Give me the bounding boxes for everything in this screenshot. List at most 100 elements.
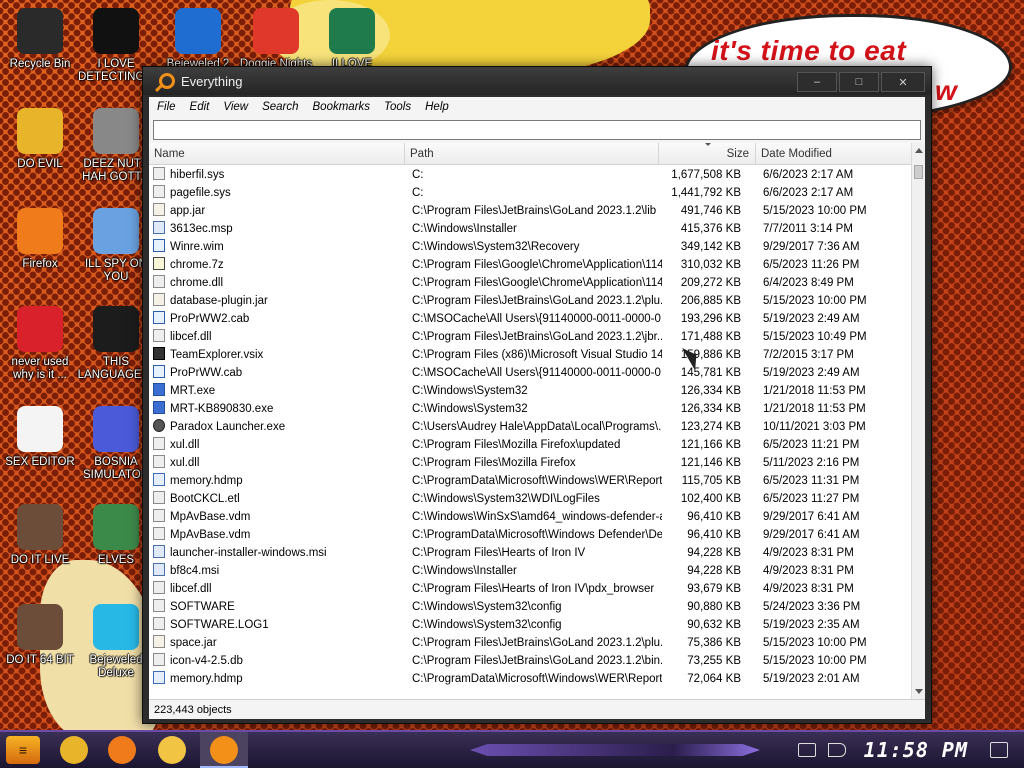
- table-row[interactable]: libcef.dll C:\Program Files\JetBrains\GoL…: [149, 328, 911, 346]
- column-header-size[interactable]: Size: [659, 143, 756, 165]
- start-button[interactable]: ≡: [6, 736, 40, 764]
- menu-file[interactable]: File: [157, 101, 176, 113]
- window-controls: – □ ✕: [797, 72, 925, 92]
- table-row[interactable]: 3613ec.msp C:\Windows\Installer 415,376 KB…: [149, 220, 911, 238]
- file-size-cell: 491,746 KB: [662, 202, 741, 220]
- table-row[interactable]: bf8c4.msi C:\Windows\Installer 94,228 KB 4/…: [149, 562, 911, 580]
- file-name-cell: SOFTWARE: [153, 598, 405, 616]
- table-row[interactable]: memory.hdmp C:\ProgramData\Microsoft\Wind…: [149, 670, 911, 688]
- table-row[interactable]: libcef.dll C:\Program Files\Hearts of Iro…: [149, 580, 911, 598]
- file-type-icon: [153, 491, 165, 504]
- file-name-cell: app.jar: [153, 202, 405, 220]
- table-row[interactable]: Paradox Launcher.exe C:\Users\Audrey Hale…: [149, 418, 911, 436]
- table-row[interactable]: launcher-installer-windows.msi C:\Program…: [149, 544, 911, 562]
- desktop-icon[interactable]: DO IT 64 BIT: [0, 604, 80, 667]
- clock[interactable]: 11:58 PM: [864, 738, 968, 762]
- desktop-icon[interactable]: never used why is it ...: [0, 306, 80, 382]
- file-date-cell: 6/6/2023 2:17 AM: [763, 184, 911, 202]
- diamond-icon: [93, 604, 139, 650]
- scroll-down-arrow-icon[interactable]: [915, 689, 923, 694]
- table-row[interactable]: database-plugin.jar C:\Program Files\JetB…: [149, 292, 911, 310]
- file-name-cell: MpAvBase.vdm: [153, 526, 405, 544]
- file-date-cell: 6/6/2023 2:17 AM: [763, 166, 911, 184]
- table-row[interactable]: SOFTWARE.LOG1 C:\Windows\System32\config 9…: [149, 616, 911, 634]
- search-input[interactable]: [153, 120, 921, 140]
- file-date-cell: 5/19/2023 2:35 AM: [763, 616, 911, 634]
- table-row[interactable]: TeamExplorer.vsix C:\Program Files (x86)\…: [149, 346, 911, 364]
- file-date-cell: 4/9/2023 8:31 PM: [763, 544, 911, 562]
- firefox-icon[interactable]: [108, 736, 136, 764]
- desktop-icon[interactable]: DO IT LIVE: [0, 504, 80, 567]
- file-date-cell-text: 1/21/2018 11:53 PM: [763, 385, 866, 397]
- table-row[interactable]: chrome.dll C:\Program Files\Google\Chrome…: [149, 274, 911, 292]
- chrome-icon[interactable]: [60, 736, 88, 764]
- file-explorer-icon[interactable]: [158, 736, 186, 764]
- menu-search[interactable]: Search: [262, 101, 298, 113]
- column-header-path[interactable]: Path: [405, 143, 659, 165]
- menu-bookmarks[interactable]: Bookmarks: [313, 101, 371, 113]
- everything-window: Everything – □ ✕ File Edit View Search B…: [142, 66, 932, 724]
- desktop-icon[interactable]: II LOVE: [312, 8, 392, 71]
- menu-help[interactable]: Help: [425, 101, 449, 113]
- table-row[interactable]: MRT.exe C:\Windows\System32 126,334 KB 1/21…: [149, 382, 911, 400]
- minimize-button[interactable]: –: [797, 72, 837, 92]
- table-row[interactable]: chrome.7z C:\Program Files\Google\Chrome\…: [149, 256, 911, 274]
- file-date-cell-text: 5/19/2023 2:35 AM: [763, 619, 860, 631]
- table-row[interactable]: MpAvBase.vdm C:\Windows\WinSxS\amd64_wind…: [149, 508, 911, 526]
- file-size-cell-text: 75,386 KB: [687, 637, 741, 649]
- file-name-cell: libcef.dll: [153, 580, 405, 598]
- menu-edit[interactable]: Edit: [190, 101, 210, 113]
- desktop-icon[interactable]: Doggie Nights: [236, 8, 316, 71]
- menu-tools[interactable]: Tools: [384, 101, 411, 113]
- file-path-cell-text: C:\Program Files\Mozilla Firefox: [412, 457, 576, 469]
- column-header-date-modified[interactable]: Date Modified: [756, 143, 911, 165]
- vertical-scrollbar[interactable]: [911, 143, 925, 699]
- file-name-cell-text: TeamExplorer.vsix: [170, 349, 264, 361]
- desktop-icon[interactable]: SEX EDITOR: [0, 406, 80, 469]
- file-size-cell: 115,705 KB: [662, 472, 741, 490]
- menu-view[interactable]: View: [223, 101, 248, 113]
- table-row[interactable]: MRT-KB890830.exe C:\Windows\System32 126,3…: [149, 400, 911, 418]
- mine-icon: [93, 406, 139, 452]
- table-row[interactable]: BootCKCL.etl C:\Windows\System32\WDI\LogF…: [149, 490, 911, 508]
- table-row[interactable]: ProPrWW.cab C:\MSOCache\All Users\{911400…: [149, 364, 911, 382]
- table-row[interactable]: app.jar C:\Program Files\JetBrains\GoLand…: [149, 202, 911, 220]
- portrait-icon: [17, 504, 63, 550]
- table-row[interactable]: Winre.wim C:\Windows\System32\Recovery 349…: [149, 238, 911, 256]
- maximize-button[interactable]: □: [839, 72, 879, 92]
- file-size-cell-text: 491,746 KB: [680, 205, 741, 217]
- file-type-icon: [153, 545, 165, 558]
- table-row[interactable]: pagefile.sys C: 1,441,792 KB 6/6/2023 2:17 …: [149, 184, 911, 202]
- results-list: Name Path Size Date Modified hiberfil.sy…: [149, 143, 925, 699]
- table-row[interactable]: SOFTWARE C:\Windows\System32\config 90,880…: [149, 598, 911, 616]
- column-header-name[interactable]: Name: [149, 143, 405, 165]
- table-row[interactable]: space.jar C:\Program Files\JetBrains\GoLa…: [149, 634, 911, 652]
- scroll-up-arrow-icon[interactable]: [915, 148, 923, 153]
- file-size-cell: 121,166 KB: [662, 436, 741, 454]
- table-row[interactable]: MpAvBase.vdm C:\ProgramData\Microsoft\Win…: [149, 526, 911, 544]
- desktop-icon[interactable]: Firefox: [0, 208, 80, 271]
- volume-icon[interactable]: [827, 743, 846, 757]
- table-row[interactable]: ProPrWW2.cab C:\MSOCache\All Users\{91140…: [149, 310, 911, 328]
- window-titlebar[interactable]: Everything – □ ✕: [143, 67, 931, 95]
- file-path-cell: C:\Program Files\JetBrains\GoLand 2023.1…: [412, 202, 662, 220]
- file-date-cell-text: 6/5/2023 11:27 PM: [763, 493, 860, 505]
- scrollbar-thumb[interactable]: [914, 165, 923, 179]
- desktop-icon[interactable]: Bejeweled 2: [158, 8, 238, 71]
- file-type-icon: [153, 185, 165, 198]
- file-size-cell: 121,146 KB: [662, 454, 741, 472]
- table-row[interactable]: icon-v4-2.5.db C:\Program Files\JetBrains…: [149, 652, 911, 670]
- file-path-cell: C:\Windows\System32\config: [412, 616, 662, 634]
- table-row[interactable]: memory.hdmp C:\ProgramData\Microsoft\Wind…: [149, 472, 911, 490]
- desktop-icon[interactable]: DO EVIL: [0, 108, 80, 171]
- table-row[interactable]: hiberfil.sys C: 1,677,508 KB 6/6/2023 2:17 …: [149, 166, 911, 184]
- close-button[interactable]: ✕: [881, 72, 925, 92]
- file-date-cell: 6/5/2023 11:26 PM: [763, 256, 911, 274]
- desktop-icon[interactable]: Recycle Bin: [0, 8, 80, 71]
- network-icon[interactable]: [797, 743, 816, 757]
- notification-icon[interactable]: [990, 742, 1008, 758]
- table-row[interactable]: xul.dll C:\Program Files\Mozilla Firefox 1…: [149, 454, 911, 472]
- file-size-cell-text: 90,632 KB: [687, 619, 741, 631]
- table-row[interactable]: xul.dll C:\Program Files\Mozilla Firefox\…: [149, 436, 911, 454]
- everything-icon[interactable]: [210, 736, 238, 764]
